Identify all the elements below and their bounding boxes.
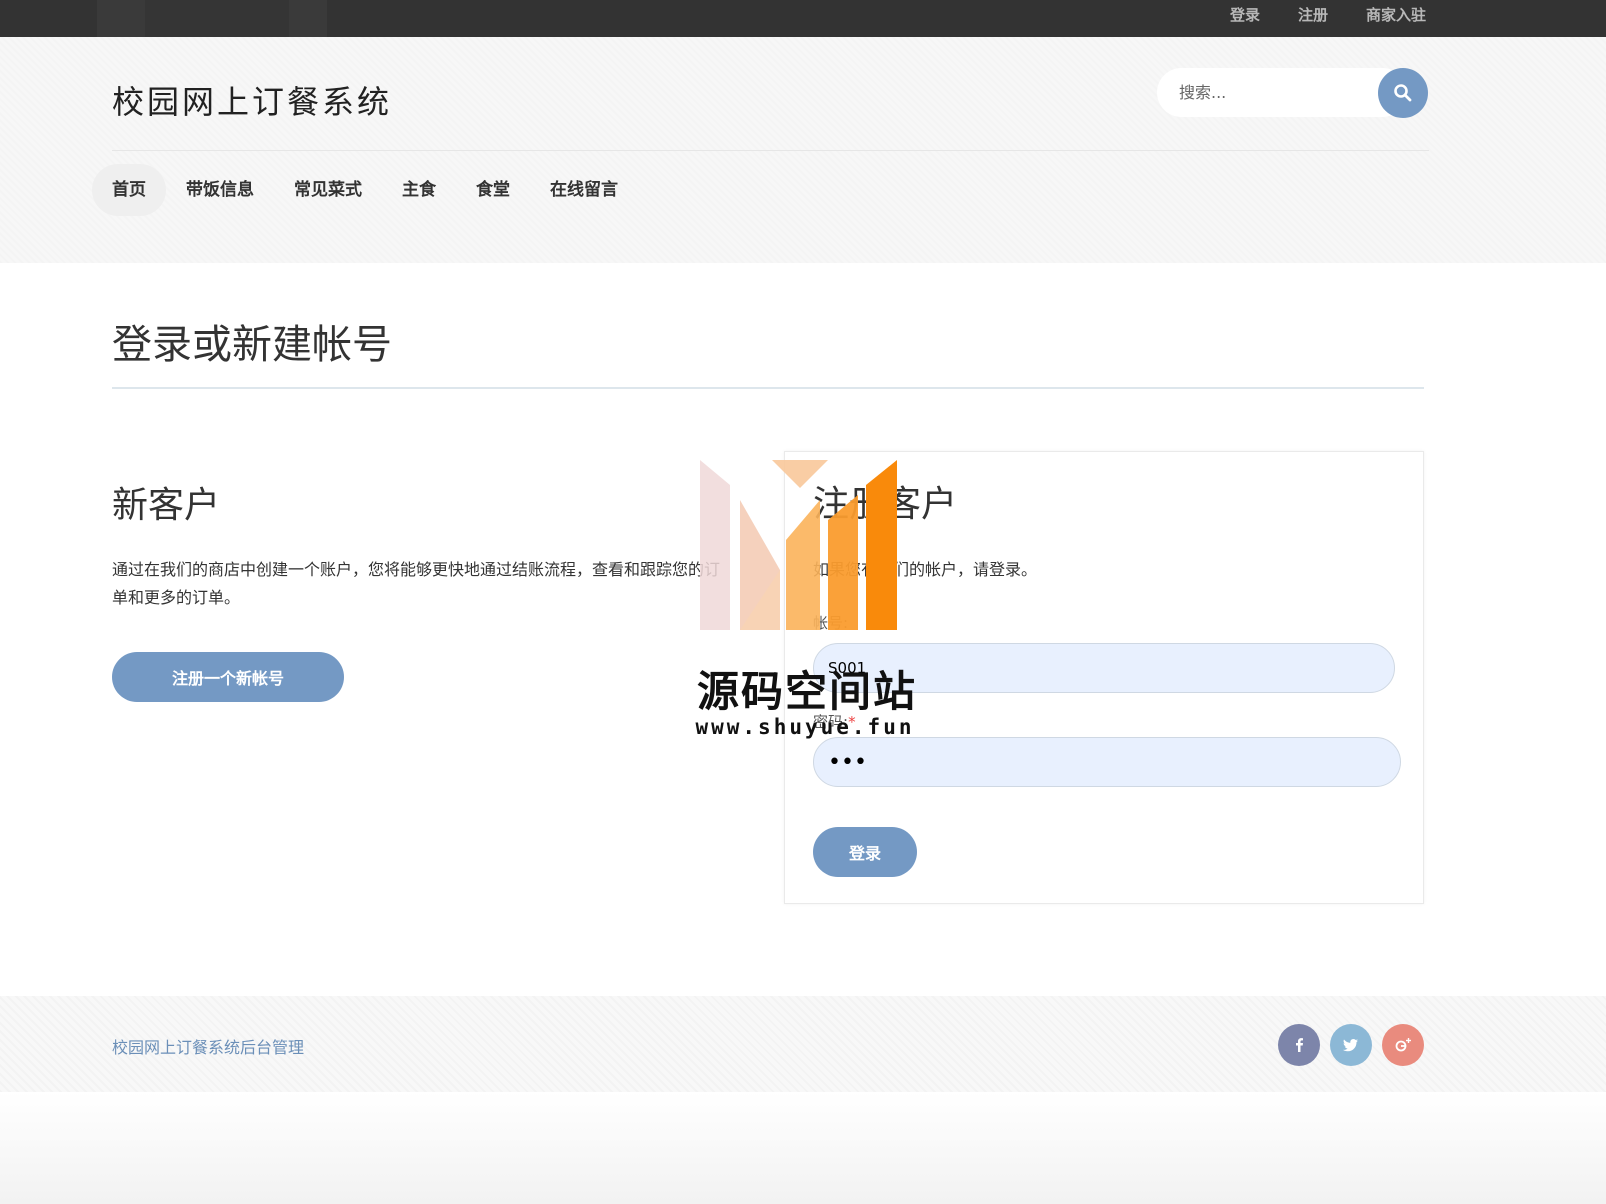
- admin-link[interactable]: 校园网上订餐系统后台管理: [112, 1034, 304, 1058]
- search-box: [1157, 68, 1428, 118]
- top-register-link[interactable]: 注册: [1298, 4, 1328, 25]
- account-field[interactable]: [813, 643, 1395, 693]
- twitter-icon: [1343, 1039, 1358, 1052]
- topbar-decoration: [145, 0, 289, 37]
- nav-item-common-dishes[interactable]: 常见菜式: [274, 164, 382, 216]
- login-panel: 注册客户 如果您有我们的帐户，请登录。 帐号: 密码:* 登录: [784, 451, 1424, 904]
- page-bottom: [0, 1092, 1606, 1204]
- new-customer-text: 通过在我们的商店中创建一个账户，您将能够更快地通过结账流程，查看和跟踪您的订单和…: [112, 560, 721, 607]
- password-label: 密码:*: [813, 711, 856, 732]
- password-field[interactable]: [813, 737, 1401, 787]
- nav-item-home[interactable]: 首页: [92, 164, 166, 216]
- search-button[interactable]: [1378, 68, 1428, 118]
- search-input[interactable]: [1157, 68, 1407, 117]
- password-label-text: 密码:: [813, 713, 849, 731]
- top-merchant-link[interactable]: 商家入驻: [1366, 4, 1426, 25]
- topbar-decoration: [97, 0, 145, 37]
- register-button[interactable]: 注册一个新帐号: [112, 652, 344, 702]
- twitter-button[interactable]: [1330, 1024, 1372, 1066]
- facebook-button[interactable]: [1278, 1024, 1320, 1066]
- site-header: 校园网上订餐系统 首页 带饭信息 常见菜式 主食 食堂 在线留言: [0, 37, 1606, 263]
- header-divider: [112, 150, 1429, 151]
- site-title[interactable]: 校园网上订餐系统: [112, 77, 392, 123]
- login-button[interactable]: 登录: [813, 827, 917, 877]
- main-nav: 首页 带饭信息 常见菜式 主食 食堂 在线留言: [92, 164, 638, 216]
- new-customer-heading: 新客户: [112, 485, 221, 526]
- registered-customer-text: 如果您有我们的帐户，请登录。: [813, 560, 1038, 579]
- top-login-link[interactable]: 登录: [1230, 4, 1260, 25]
- nav-item-meal-delivery[interactable]: 带饭信息: [166, 164, 274, 216]
- nav-item-staple-food[interactable]: 主食: [382, 164, 456, 216]
- registered-customer-heading: 注册客户: [813, 484, 958, 525]
- account-label: 帐号:: [813, 614, 849, 632]
- topbar-decoration: [289, 0, 327, 37]
- nav-item-canteen[interactable]: 食堂: [456, 164, 530, 216]
- search-icon: [1394, 84, 1412, 102]
- title-divider: [112, 387, 1424, 389]
- top-links: 登录 注册 商家入驻: [1192, 0, 1426, 28]
- page-title: 登录或新建帐号: [112, 322, 392, 368]
- google-plus-button[interactable]: [1382, 1024, 1424, 1066]
- facebook-icon: [1296, 1038, 1303, 1052]
- nav-item-messages[interactable]: 在线留言: [530, 164, 638, 216]
- top-bar: 登录 注册 商家入驻: [0, 0, 1606, 37]
- google-plus-icon: [1395, 1038, 1411, 1052]
- site-footer: 校园网上订餐系统后台管理: [0, 996, 1606, 1092]
- required-marker: *: [848, 713, 856, 731]
